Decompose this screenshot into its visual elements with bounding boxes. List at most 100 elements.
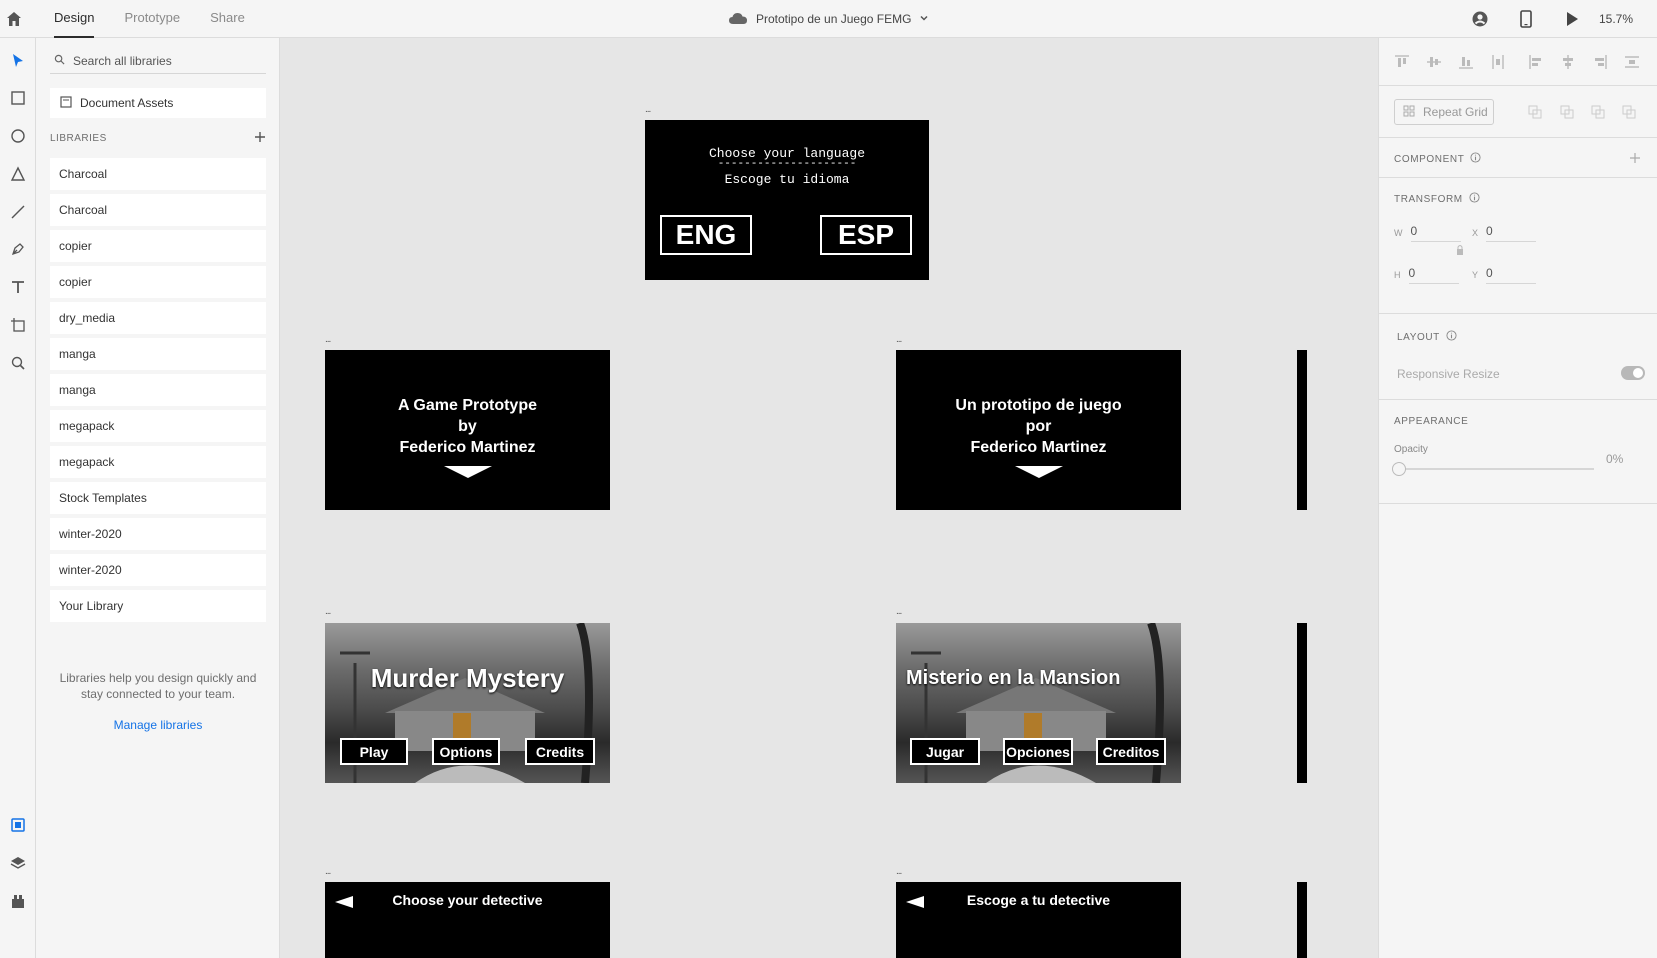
library-item[interactable]: megapack [50,410,266,442]
opacity-label: Opacity [1394,444,1428,455]
library-item[interactable]: Charcoal [50,158,266,190]
library-item[interactable]: copier [50,266,266,298]
artboard-marker: ... [325,606,331,617]
share-user-icon[interactable] [1457,0,1503,38]
artboard-menu-es[interactable]: Misterio en la Mansion Jugar Opciones Cr… [896,623,1181,783]
creditos-button[interactable]: Creditos [1096,738,1166,765]
library-item[interactable]: copier [50,230,266,262]
appearance-label: APPEARANCE [1394,416,1469,427]
y-field[interactable]: Y 0 [1472,266,1537,284]
artboard-credits-en[interactable]: A Game Prototype by Federico Martinez [325,350,610,510]
library-item[interactable]: megapack [50,446,266,478]
align-top-icon[interactable] [1392,52,1412,72]
add-library-icon[interactable] [254,131,266,146]
boolean-exclude-icon[interactable] [1619,102,1639,122]
opacity-value[interactable]: 0% [1606,452,1623,466]
esp-button[interactable]: ESP [820,215,912,255]
library-item[interactable]: manga [50,374,266,406]
play-button[interactable]: Play [340,738,408,765]
layers-icon[interactable] [0,848,36,878]
align-middle-icon[interactable] [1424,52,1444,72]
boolean-add-icon[interactable] [1525,102,1545,122]
artboard-partial[interactable] [1297,882,1307,958]
artboard-detective-es[interactable]: Escoge a tu detective [896,882,1181,958]
height-value[interactable]: 0 [1408,266,1459,284]
opciones-button[interactable]: Opciones [1003,738,1073,765]
responsive-resize-toggle[interactable] [1621,366,1645,380]
artboard-marker: ... [325,334,331,345]
detective-title-en: Choose your detective [392,892,543,908]
document-assets-item[interactable]: Document Assets [50,88,266,118]
x-value[interactable]: 0 [1486,224,1537,242]
device-preview-icon[interactable] [1503,0,1549,38]
tab-prototype[interactable]: Prototype [124,0,180,38]
height-field[interactable]: H 0 [1394,266,1459,284]
zoom-level[interactable]: 15.7% [1595,12,1657,26]
top-right-controls: 15.7% [1457,0,1657,38]
artboard-language[interactable]: Choose your language -------------------… [645,120,929,280]
game-title-es: Misterio en la Mansion [906,667,1121,689]
grid-icon [1403,105,1415,120]
opacity-slider-knob[interactable] [1392,462,1406,476]
document-title-menu[interactable]: Prototipo de un Juego FEMG [728,0,929,38]
align-left-icon[interactable] [1526,52,1546,72]
pen-icon[interactable] [0,234,36,264]
rectangle-icon[interactable] [0,83,36,113]
distribute-vertical-icon[interactable] [1488,52,1508,72]
add-component-icon[interactable] [1625,148,1645,168]
select-icon[interactable] [0,46,36,76]
manage-libraries-link[interactable]: Manage libraries [50,718,266,732]
polygon-icon[interactable] [0,159,36,189]
library-item[interactable]: manga [50,338,266,370]
library-item[interactable]: Charcoal [50,194,266,226]
y-value[interactable]: 0 [1486,266,1537,284]
libraries-help-text: Libraries help you design quickly and st… [59,671,257,701]
design-canvas[interactable]: ... Choose your language ---------------… [280,38,1378,958]
libraries-panel-icon[interactable] [0,810,36,840]
library-item[interactable]: Your Library [50,590,266,622]
home-icon[interactable] [4,9,24,29]
library-item[interactable]: winter-2020 [50,554,266,586]
info-icon[interactable] [1446,330,1457,344]
credits-button[interactable]: Credits [525,738,595,765]
align-center-icon[interactable] [1558,52,1578,72]
credits-line: por [1025,418,1052,435]
boolean-intersect-icon[interactable] [1588,102,1608,122]
artboard-credits-es[interactable]: Un prototipo de juego por Federico Marti… [896,350,1181,510]
ellipse-icon[interactable] [0,121,36,151]
library-item[interactable]: Stock Templates [50,482,266,514]
artboard-partial[interactable] [1297,623,1307,783]
align-bottom-icon[interactable] [1456,52,1476,72]
eng-button[interactable]: ENG [660,215,752,255]
zoom-icon[interactable] [0,348,36,378]
search-input[interactable] [73,53,253,68]
align-right-icon[interactable] [1590,52,1610,72]
jugar-button[interactable]: Jugar [910,738,980,765]
boolean-subtract-icon[interactable] [1557,102,1577,122]
text-icon[interactable] [0,272,36,302]
down-arrow-icon [443,466,492,478]
lock-aspect-icon[interactable] [1450,240,1470,260]
artboard-menu-en[interactable]: Murder Mystery Play Options Credits [325,623,610,783]
credits-line: Un prototipo de juego [955,397,1122,414]
line-icon[interactable] [0,197,36,227]
artboard-icon[interactable] [0,310,36,340]
options-button[interactable]: Options [432,738,500,765]
tab-design[interactable]: Design [54,0,95,38]
info-icon[interactable] [1470,152,1481,166]
cloud-icon [728,11,748,28]
tab-share[interactable]: Share [210,0,245,38]
artboard-marker: ... [896,334,902,345]
plugins-icon[interactable] [0,886,36,916]
repeat-grid-button[interactable]: Repeat Grid [1394,99,1494,125]
play-preview-icon[interactable] [1549,0,1595,38]
artboard-partial[interactable] [1297,350,1307,510]
x-field[interactable]: X 0 [1472,224,1537,242]
library-item[interactable]: dry_media [50,302,266,334]
artboard-detective-en[interactable]: Choose your detective [325,882,610,958]
distribute-horizontal-icon[interactable] [1622,52,1642,72]
opacity-slider[interactable] [1392,462,1594,476]
info-icon[interactable] [1469,192,1480,206]
library-item[interactable]: winter-2020 [50,518,266,550]
height-label: H [1394,270,1401,280]
